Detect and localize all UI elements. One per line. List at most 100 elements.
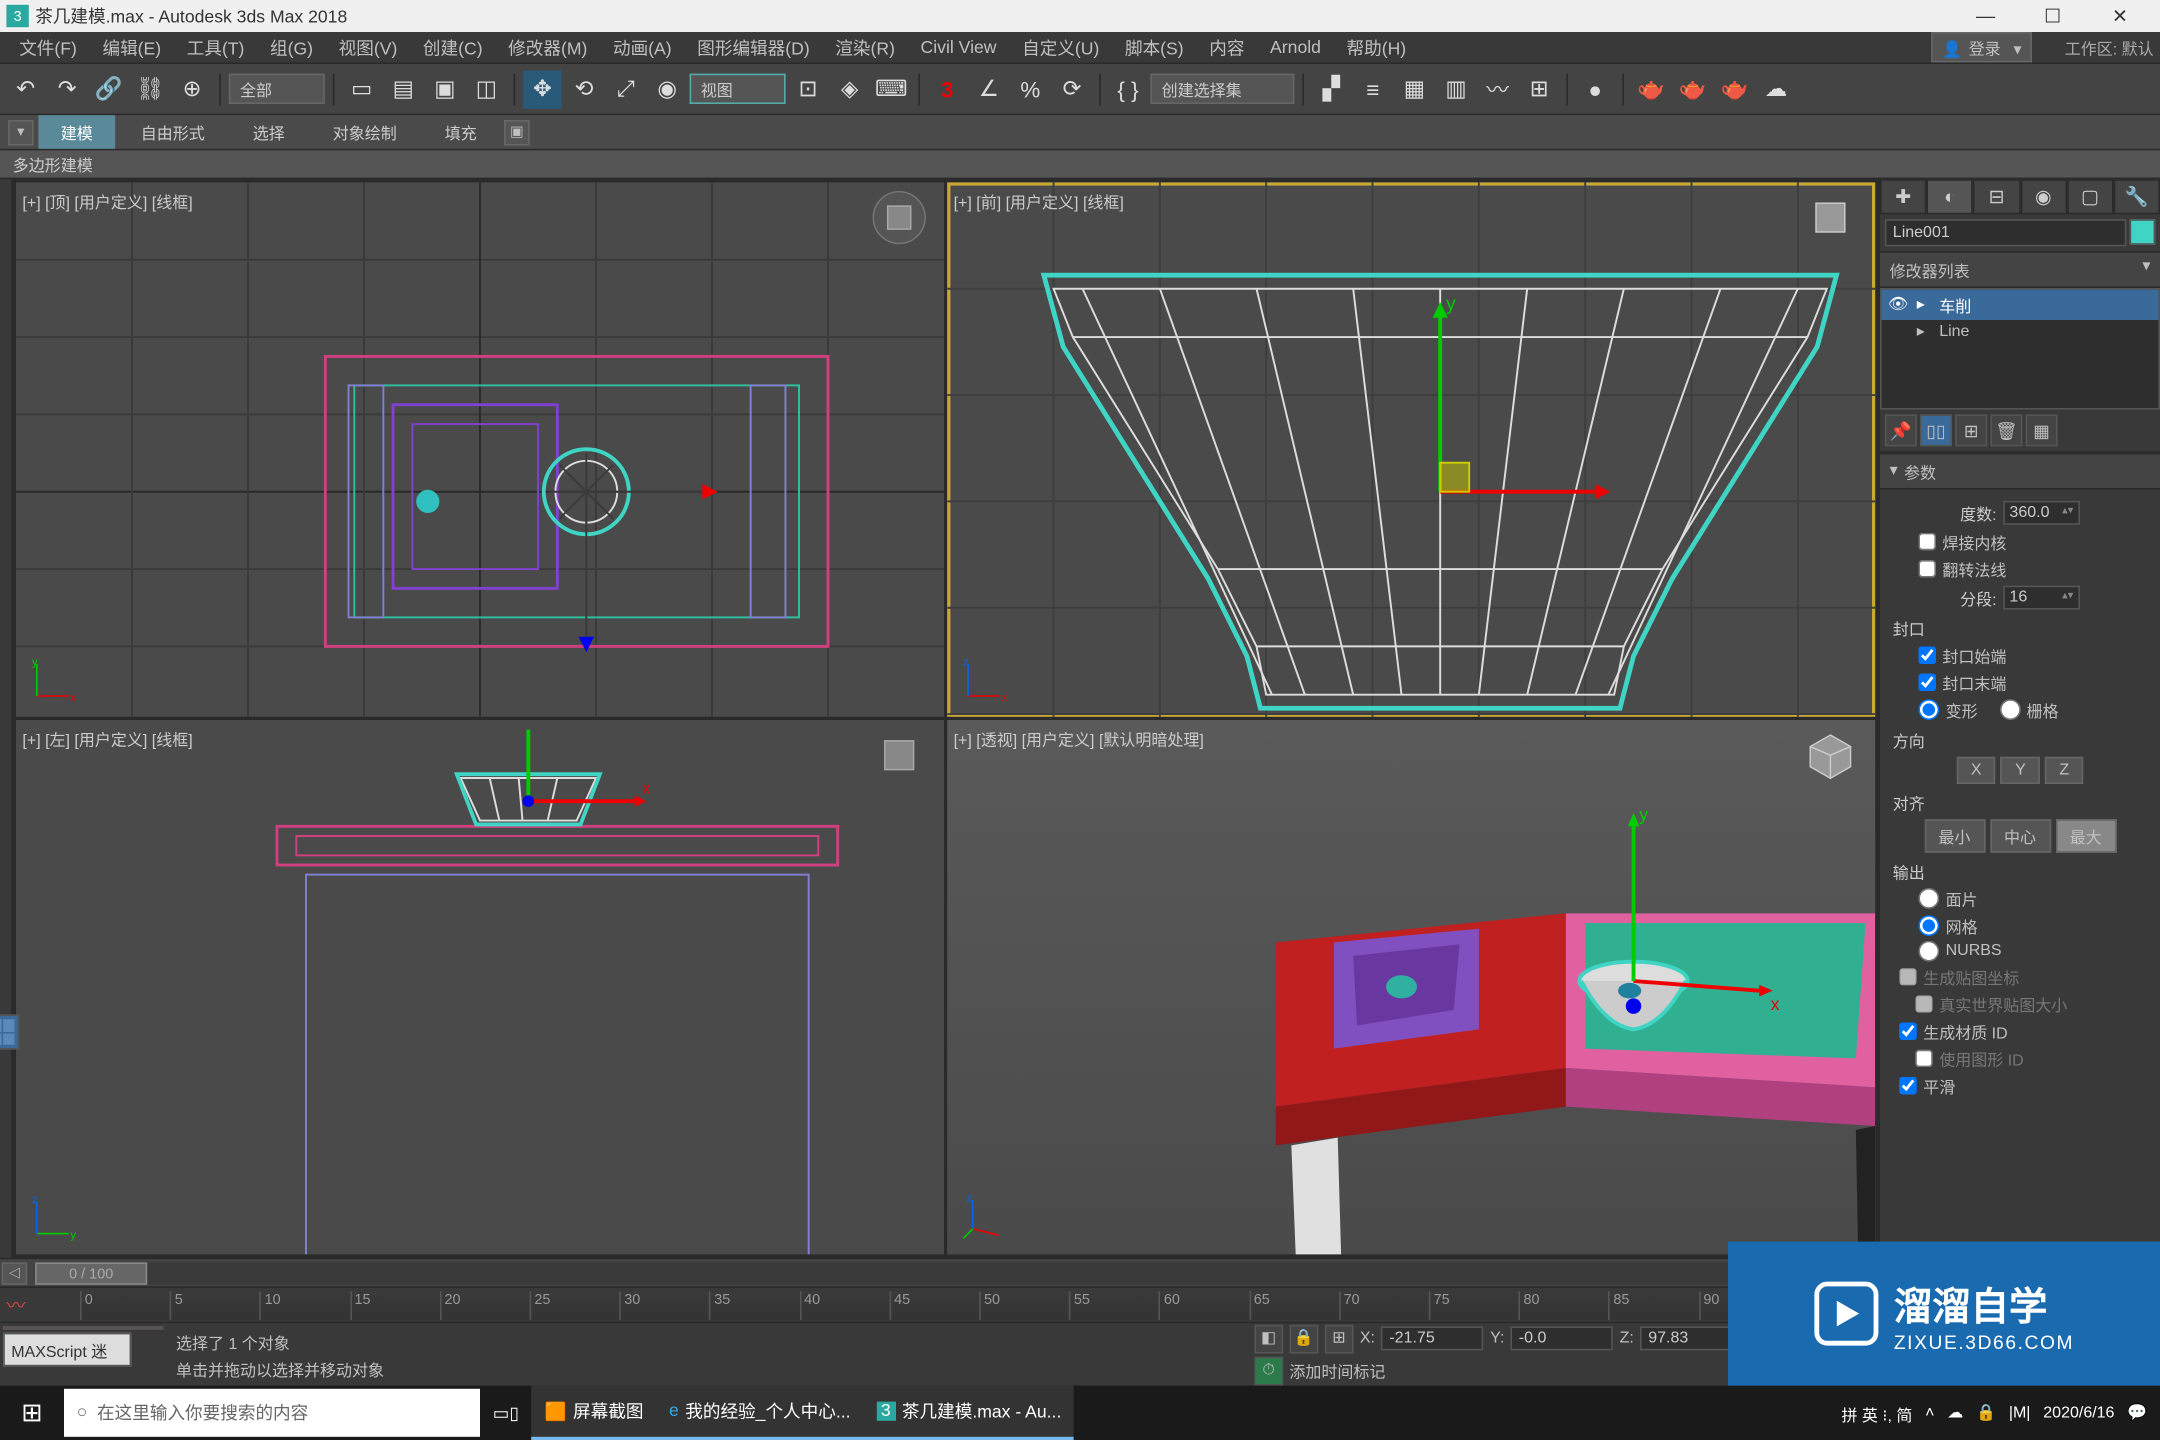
keyboard-icon[interactable]: ⌨ <box>872 70 910 108</box>
render-in-cloud-icon[interactable]: ☁ <box>1757 70 1795 108</box>
menu-modifiers[interactable]: 修改器(M) <box>495 31 600 63</box>
manip-icon[interactable]: ◈ <box>830 70 868 108</box>
menu-maxscript[interactable]: 脚本(S) <box>1112 31 1196 63</box>
cap-start-checkbox[interactable]: 封口始端 <box>1918 643 2147 667</box>
menu-file[interactable]: 文件(F) <box>6 31 89 63</box>
move-icon[interactable]: ✥ <box>523 70 561 108</box>
toggle-ribbon-icon[interactable]: ▥ <box>1437 70 1475 108</box>
isolate-icon[interactable]: ◧ <box>1254 1324 1283 1353</box>
menu-edit[interactable]: 编辑(E) <box>90 31 174 63</box>
ribbon-tab-objectpaint[interactable]: 对象绘制 <box>310 115 419 149</box>
taskbar-3dsmax[interactable]: 3茶几建模.max - Au... <box>863 1386 1074 1440</box>
output-nurbs-radio[interactable]: NURBS <box>1918 941 2147 962</box>
object-name-field[interactable] <box>1885 219 2127 246</box>
scale-icon[interactable]: ⤢ <box>606 70 644 108</box>
select-name-icon[interactable]: ▤ <box>384 70 422 108</box>
mirror-icon[interactable]: ▞ <box>1312 70 1350 108</box>
spinner-snap-icon[interactable]: ⟳ <box>1053 70 1091 108</box>
cap-end-checkbox[interactable]: 封口末端 <box>1918 670 2147 694</box>
selection-filter[interactable]: 全部 <box>229 74 325 104</box>
modifier-lathe[interactable]: 👁 ▸ 车削 <box>1882 290 2159 320</box>
redo-icon[interactable]: ↷ <box>48 70 86 108</box>
named-selset[interactable]: 创建选择集 <box>1150 74 1294 104</box>
angle-snap-icon[interactable]: ∠ <box>970 70 1008 108</box>
selection-lock-area[interactable] <box>3 1326 163 1329</box>
taskbar-search[interactable]: ○ 在这里输入你要搜索的内容 <box>64 1389 480 1437</box>
ribbon-collapse-icon[interactable]: ▣ <box>504 119 530 145</box>
tray-up-icon[interactable]: ˄ <box>1925 1404 1934 1422</box>
output-patch-radio[interactable]: 面片 <box>1918 886 2147 910</box>
viewport-front[interactable]: [+] [前] [用户定义] [线框] <box>947 182 1875 716</box>
refcoord-dropdown[interactable]: 视图 <box>690 74 786 104</box>
placement-icon[interactable]: ◉ <box>648 70 686 108</box>
maxscript-listener[interactable]: MAXScript 迷 <box>3 1333 131 1367</box>
menu-grapheditors[interactable]: 图形编辑器(D) <box>684 31 822 63</box>
viewport-left[interactable]: [+] [左] [用户定义] [线框] <box>16 720 944 1254</box>
window-crossing-icon[interactable]: ◫ <box>467 70 505 108</box>
start-button[interactable]: ⊞ <box>0 1386 64 1440</box>
configure-sets-icon[interactable]: ▦ <box>2026 414 2058 446</box>
show-end-result-icon[interactable]: ▯▯ <box>1920 414 1952 446</box>
undo-icon[interactable]: ↶ <box>6 70 44 108</box>
curve-editor-icon[interactable]: 〰 <box>1478 70 1516 108</box>
modifier-stack[interactable]: 👁 ▸ 车削 ▸ Line <box>1880 288 2160 410</box>
dir-x-button[interactable]: X <box>1956 757 1995 784</box>
menu-arnold[interactable]: Arnold <box>1257 34 1333 60</box>
taskbar-screenshot[interactable]: 🟧屏幕截图 <box>532 1386 656 1440</box>
viewport-label-front[interactable]: [+] [前] [用户定义] [线框] <box>954 189 1124 213</box>
select-region-icon[interactable]: ▣ <box>426 70 464 108</box>
smooth-checkbox[interactable]: 平滑 <box>1899 1074 2147 1098</box>
eye-icon[interactable]: 👁 <box>1888 296 1910 314</box>
scene-explorer-strip[interactable] <box>0 179 13 1257</box>
ribbon-tab-selection[interactable]: 选择 <box>230 115 307 149</box>
notifications-icon[interactable]: 💬 <box>2127 1404 2147 1422</box>
link-icon[interactable]: 🔗 <box>90 70 128 108</box>
align-icon[interactable]: ≡ <box>1354 70 1392 108</box>
ribbon-panel-label[interactable]: 多边形建模 <box>0 150 2160 179</box>
menu-civilview[interactable]: Civil View <box>908 34 1010 60</box>
menu-help[interactable]: 帮助(H) <box>1334 31 1419 63</box>
ribbon-tab-populate[interactable]: 填充 <box>422 115 499 149</box>
tab-modify[interactable]: ◐ <box>1927 179 1974 214</box>
degrees-spinner[interactable]: 360.0▴▾ <box>2003 501 2080 525</box>
tab-hierarchy[interactable]: ⊟ <box>1973 179 2020 214</box>
viewport-label-left[interactable]: [+] [左] [用户定义] [线框] <box>22 726 192 750</box>
time-slider-handle[interactable]: 0 / 100 <box>35 1262 147 1284</box>
unlink-icon[interactable]: ⛓ <box>131 70 169 108</box>
selection-lock-icon[interactable]: 🔒 <box>1289 1324 1318 1353</box>
menu-customize[interactable]: 自定义(U) <box>1009 31 1112 63</box>
abs-rel-icon[interactable]: ⊞ <box>1325 1324 1354 1353</box>
percent-snap-icon[interactable]: % <box>1011 70 1049 108</box>
ribbon-expand-icon[interactable]: ▾ <box>8 119 34 145</box>
time-slider[interactable]: 0 / 100 <box>35 1262 1843 1284</box>
use-shape-ids-checkbox[interactable]: 使用图形 ID <box>1915 1046 2147 1070</box>
taskbar-edge[interactable]: e我的经验_个人中心... <box>656 1386 863 1440</box>
pivot-icon[interactable]: ⊡ <box>789 70 827 108</box>
tray-cloud-icon[interactable]: ☁ <box>1947 1404 1963 1422</box>
curve-toggle-icon[interactable]: 〰 <box>0 1289 32 1321</box>
login-button[interactable]: 👤登录▾ <box>1931 32 2033 62</box>
close-button[interactable]: ✕ <box>2086 0 2153 32</box>
viewport-label-persp[interactable]: [+] [透视] [用户定义] [默认明暗处理] <box>954 726 1204 750</box>
flip-normals-checkbox[interactable]: 翻转法线 <box>1918 557 2147 581</box>
layers-icon[interactable]: ▦ <box>1395 70 1433 108</box>
tray-icon[interactable]: |M| <box>2009 1404 2031 1422</box>
dir-z-button[interactable]: Z <box>2045 757 2084 784</box>
align-center-button[interactable]: 中心 <box>1990 819 2051 853</box>
render-icon[interactable]: 🫖 <box>1715 70 1753 108</box>
ribbon-tab-modeling[interactable]: 建模 <box>38 115 115 149</box>
workspace-selector[interactable]: 工作区: 默认 <box>2065 35 2154 59</box>
object-color-swatch[interactable] <box>2130 219 2156 245</box>
dir-y-button[interactable]: Y <box>2001 757 2040 784</box>
make-unique-icon[interactable]: ⊞ <box>1955 414 1987 446</box>
tab-create[interactable]: ✚ <box>1880 179 1927 214</box>
menu-tools[interactable]: 工具(T) <box>174 31 257 63</box>
tab-motion[interactable]: ◉ <box>2020 179 2067 214</box>
tab-utilities[interactable]: 🔧 <box>2113 179 2160 214</box>
snap-3-icon[interactable]: 3 <box>928 70 966 108</box>
viewport-top[interactable]: [+] [顶] [用户定义] [线框] <box>16 182 944 716</box>
timeline-track[interactable]: 0510152025303540455055606570758085909510… <box>80 1290 1878 1319</box>
menu-create[interactable]: 创建(C) <box>410 31 495 63</box>
gen-mapping-checkbox[interactable]: 生成贴图坐标 <box>1899 965 2147 989</box>
schematic-icon[interactable]: ⊞ <box>1520 70 1558 108</box>
